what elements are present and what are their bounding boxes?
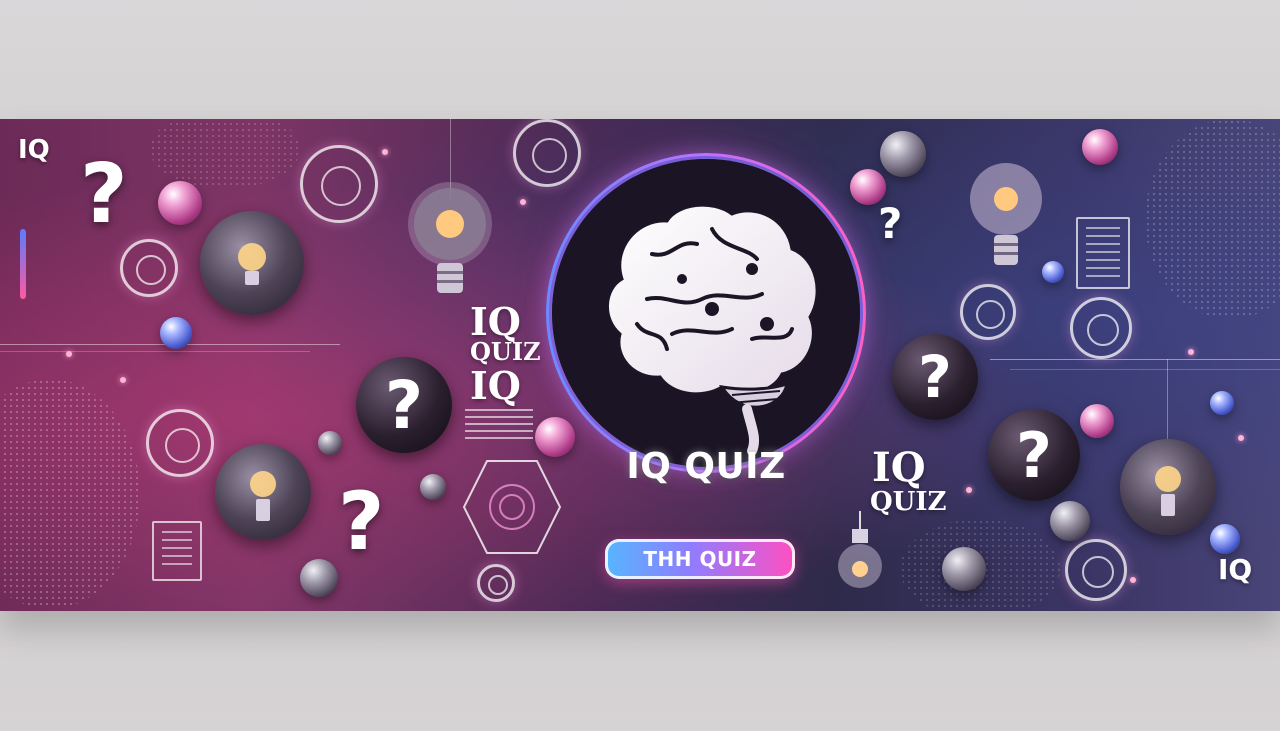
decorative-bubble xyxy=(942,547,986,591)
lightbulb-orb-icon xyxy=(1120,439,1216,535)
question-mark-icon: ? xyxy=(80,147,128,242)
document-icon xyxy=(152,521,202,581)
target-ring-icon xyxy=(1070,297,1132,359)
question-mark-icon: ? xyxy=(878,199,903,248)
lightbulb-icon xyxy=(405,179,495,314)
decorative-bubble xyxy=(420,474,446,500)
text-lines xyxy=(465,409,533,443)
dotted-sphere-right xyxy=(1145,119,1280,319)
question-mark-icon: ? xyxy=(338,475,385,568)
sparkle-dot xyxy=(66,351,72,357)
iq-label: IQ xyxy=(470,363,521,408)
decorative-bubble xyxy=(880,131,926,177)
question-orb: ? xyxy=(356,357,452,453)
decorative-bubble xyxy=(158,181,202,225)
iq-label: IQ xyxy=(872,444,926,491)
quiz-label: QUIZ xyxy=(870,487,947,517)
lightbulb-icon xyxy=(966,159,1046,284)
question-mark-icon: ? xyxy=(1016,418,1052,492)
question-orb: ? xyxy=(892,334,978,420)
lightbulb-orb-icon xyxy=(200,211,304,315)
decorative-bubble xyxy=(1080,404,1114,438)
brain-emblem xyxy=(552,159,860,467)
dotted-sphere-left xyxy=(0,379,140,609)
target-ring-icon xyxy=(477,564,515,602)
decorative-bubble xyxy=(1082,129,1118,165)
dotted-sphere-top xyxy=(150,119,300,189)
target-ring-icon xyxy=(146,409,214,477)
sparkle-dot xyxy=(1238,435,1244,441)
connector-line xyxy=(1010,369,1280,370)
target-ring-icon xyxy=(960,284,1016,340)
sparkle-dot xyxy=(120,377,126,383)
question-mark-icon: ? xyxy=(384,366,424,444)
sparkle-dot xyxy=(1188,349,1194,355)
target-ring-icon xyxy=(1065,539,1127,601)
sparkle-dot xyxy=(966,487,972,493)
decorative-bubble xyxy=(300,559,338,597)
question-orb: ? xyxy=(988,409,1080,501)
brain-icon xyxy=(606,203,819,456)
start-quiz-button[interactable]: THH QUIZ xyxy=(605,539,795,579)
lightbulb-orb-icon xyxy=(215,444,311,540)
decorative-bubble xyxy=(1042,261,1064,283)
decorative-bubble xyxy=(318,431,342,455)
decorative-bubble xyxy=(160,317,192,349)
bar-indicator xyxy=(20,229,26,299)
main-title: IQ QUIZ xyxy=(626,446,786,487)
iq-label-top-left: IQ xyxy=(18,135,50,165)
connector-line xyxy=(990,359,1280,360)
target-ring-icon xyxy=(120,239,178,297)
lightbulb-icon xyxy=(832,511,888,606)
target-ring-icon xyxy=(300,145,378,223)
decorative-bubble xyxy=(1050,501,1090,541)
iq-quiz-banner: IQ ? ? ? ? ? ? IQ QUIZ IQ IQ QUIZ IQ IQ … xyxy=(0,119,1280,611)
sparkle-dot xyxy=(382,149,388,155)
iq-label-bottom-right: IQ xyxy=(1218,553,1253,586)
document-icon xyxy=(1076,217,1130,289)
sparkle-dot xyxy=(520,199,526,205)
decorative-bubble xyxy=(1210,391,1234,415)
quiz-label: QUIZ xyxy=(470,337,541,366)
question-mark-icon: ? xyxy=(918,343,952,411)
hexagon-icon xyxy=(462,459,562,560)
sparkle-dot xyxy=(1130,577,1136,583)
connector-line xyxy=(0,351,310,352)
decorative-bubble xyxy=(1210,524,1240,554)
